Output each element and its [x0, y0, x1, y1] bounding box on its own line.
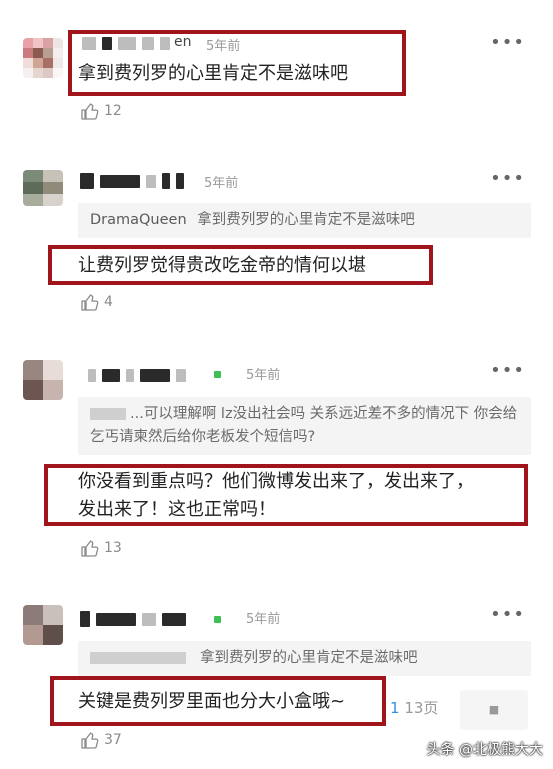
total-pages: 13页	[404, 699, 439, 717]
comment-1: en 5年前 ••• 拿到费列罗的心里肯定不是滋味吧 12	[0, 0, 553, 140]
avatar[interactable]	[23, 38, 63, 78]
like-count: 12	[104, 103, 122, 119]
quoted-username-blurred[interactable]	[90, 408, 126, 420]
current-page: 1	[390, 699, 400, 717]
next-page-button[interactable]: ■	[460, 690, 528, 730]
username-blurred[interactable]	[88, 368, 186, 382]
thumbs-up-icon	[81, 103, 99, 120]
more-options-button[interactable]: •••	[490, 168, 525, 189]
timestamp: 5年前	[246, 612, 281, 627]
like-button[interactable]: 4	[80, 292, 113, 312]
highlight-box	[44, 464, 528, 526]
username-blurred[interactable]	[80, 611, 186, 627]
quoted-text: 拿到费列罗的心里肯定不是滋味吧	[200, 650, 418, 666]
verified-badge	[214, 371, 221, 378]
quoted-text: ...可以理解啊 lz没出社会吗 关系远近差不多的情况下 你会给乞丐请柬然后给你…	[90, 406, 518, 445]
username-blurred[interactable]	[80, 173, 184, 189]
quoted-username[interactable]: DramaQueen	[90, 212, 187, 228]
quoted-comment: 拿到费列罗的心里肯定不是滋味吧	[78, 641, 531, 676]
quoted-comment: ...可以理解啊 lz没出社会吗 关系远近差不多的情况下 你会给乞丐请柬然后给你…	[78, 397, 531, 455]
watermark: 头条 @北极熊大大	[426, 742, 543, 758]
verified-badge	[214, 616, 221, 623]
thumbs-up-icon	[81, 294, 99, 311]
like-button[interactable]: 13	[80, 538, 122, 558]
square-icon: ■	[488, 703, 500, 716]
timestamp: 5年前	[246, 368, 281, 383]
quoted-username-blurred[interactable]	[90, 652, 186, 664]
like-count: 4	[104, 294, 113, 310]
like-count: 13	[104, 540, 122, 556]
like-button[interactable]: 12	[80, 101, 122, 121]
thumbs-up-icon	[81, 540, 99, 557]
quoted-text: 拿到费列罗的心里肯定不是滋味吧	[197, 212, 415, 228]
highlight-box	[48, 245, 433, 285]
thumbs-up-icon	[81, 732, 99, 749]
timestamp: 5年前	[204, 176, 239, 191]
more-options-button[interactable]: •••	[490, 32, 525, 53]
avatar[interactable]	[23, 360, 63, 400]
highlight-box	[50, 676, 386, 726]
more-options-button[interactable]: •••	[490, 360, 525, 381]
more-options-button[interactable]: •••	[490, 604, 525, 625]
quoted-comment: DramaQueen 拿到费列罗的心里肯定不是滋味吧	[78, 203, 531, 238]
like-button[interactable]: 37	[80, 730, 122, 750]
page-indicator[interactable]: 1 13页	[390, 697, 438, 718]
like-count: 37	[104, 732, 122, 748]
avatar[interactable]	[23, 170, 63, 206]
avatar[interactable]	[23, 605, 63, 645]
highlight-box	[68, 30, 406, 96]
